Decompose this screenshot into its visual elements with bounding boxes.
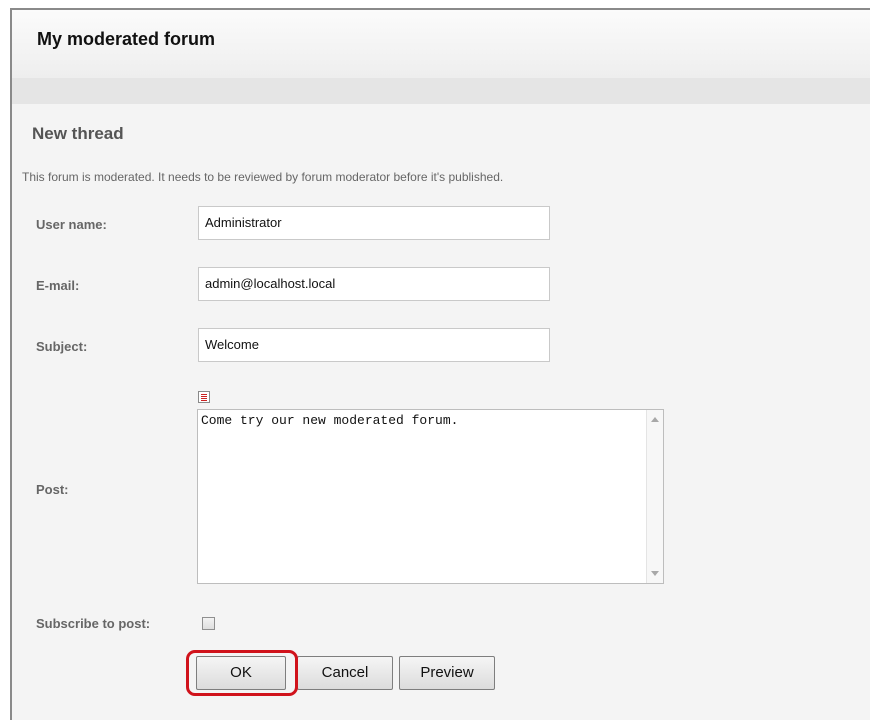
ok-button-highlight <box>186 650 298 696</box>
format-text-icon[interactable] <box>198 391 210 403</box>
post-label: Post: <box>36 482 69 497</box>
post-text: Come try our new moderated forum. <box>201 413 459 428</box>
subject-input[interactable]: Welcome <box>198 328 550 362</box>
forum-window: My moderated forum New thread This forum… <box>10 8 870 720</box>
moderation-notice: This forum is moderated. It needs to be … <box>22 170 504 184</box>
subscribe-label: Subscribe to post: <box>36 616 151 631</box>
post-textarea[interactable]: Come try our new moderated forum. <box>197 409 664 584</box>
page-title: My moderated forum <box>37 29 216 49</box>
email-label: E-mail: <box>36 278 80 293</box>
cancel-button[interactable]: Cancel <box>297 656 393 690</box>
subject-label: Subject: <box>36 339 88 354</box>
scroll-down-arrow-icon[interactable] <box>651 571 659 576</box>
subscribe-checkbox[interactable] <box>202 617 215 630</box>
email-input[interactable]: admin@localhost.local <box>198 267 550 301</box>
user-name-input[interactable]: Administrator <box>198 206 550 240</box>
scroll-up-arrow-icon[interactable] <box>651 417 659 422</box>
page-header: My moderated forum <box>12 10 870 78</box>
user-name-label: User name: <box>36 217 107 232</box>
post-scrollbar[interactable] <box>646 410 663 583</box>
preview-button[interactable]: Preview <box>399 656 495 690</box>
header-subbar <box>12 78 870 104</box>
section-title: New thread <box>32 124 124 143</box>
